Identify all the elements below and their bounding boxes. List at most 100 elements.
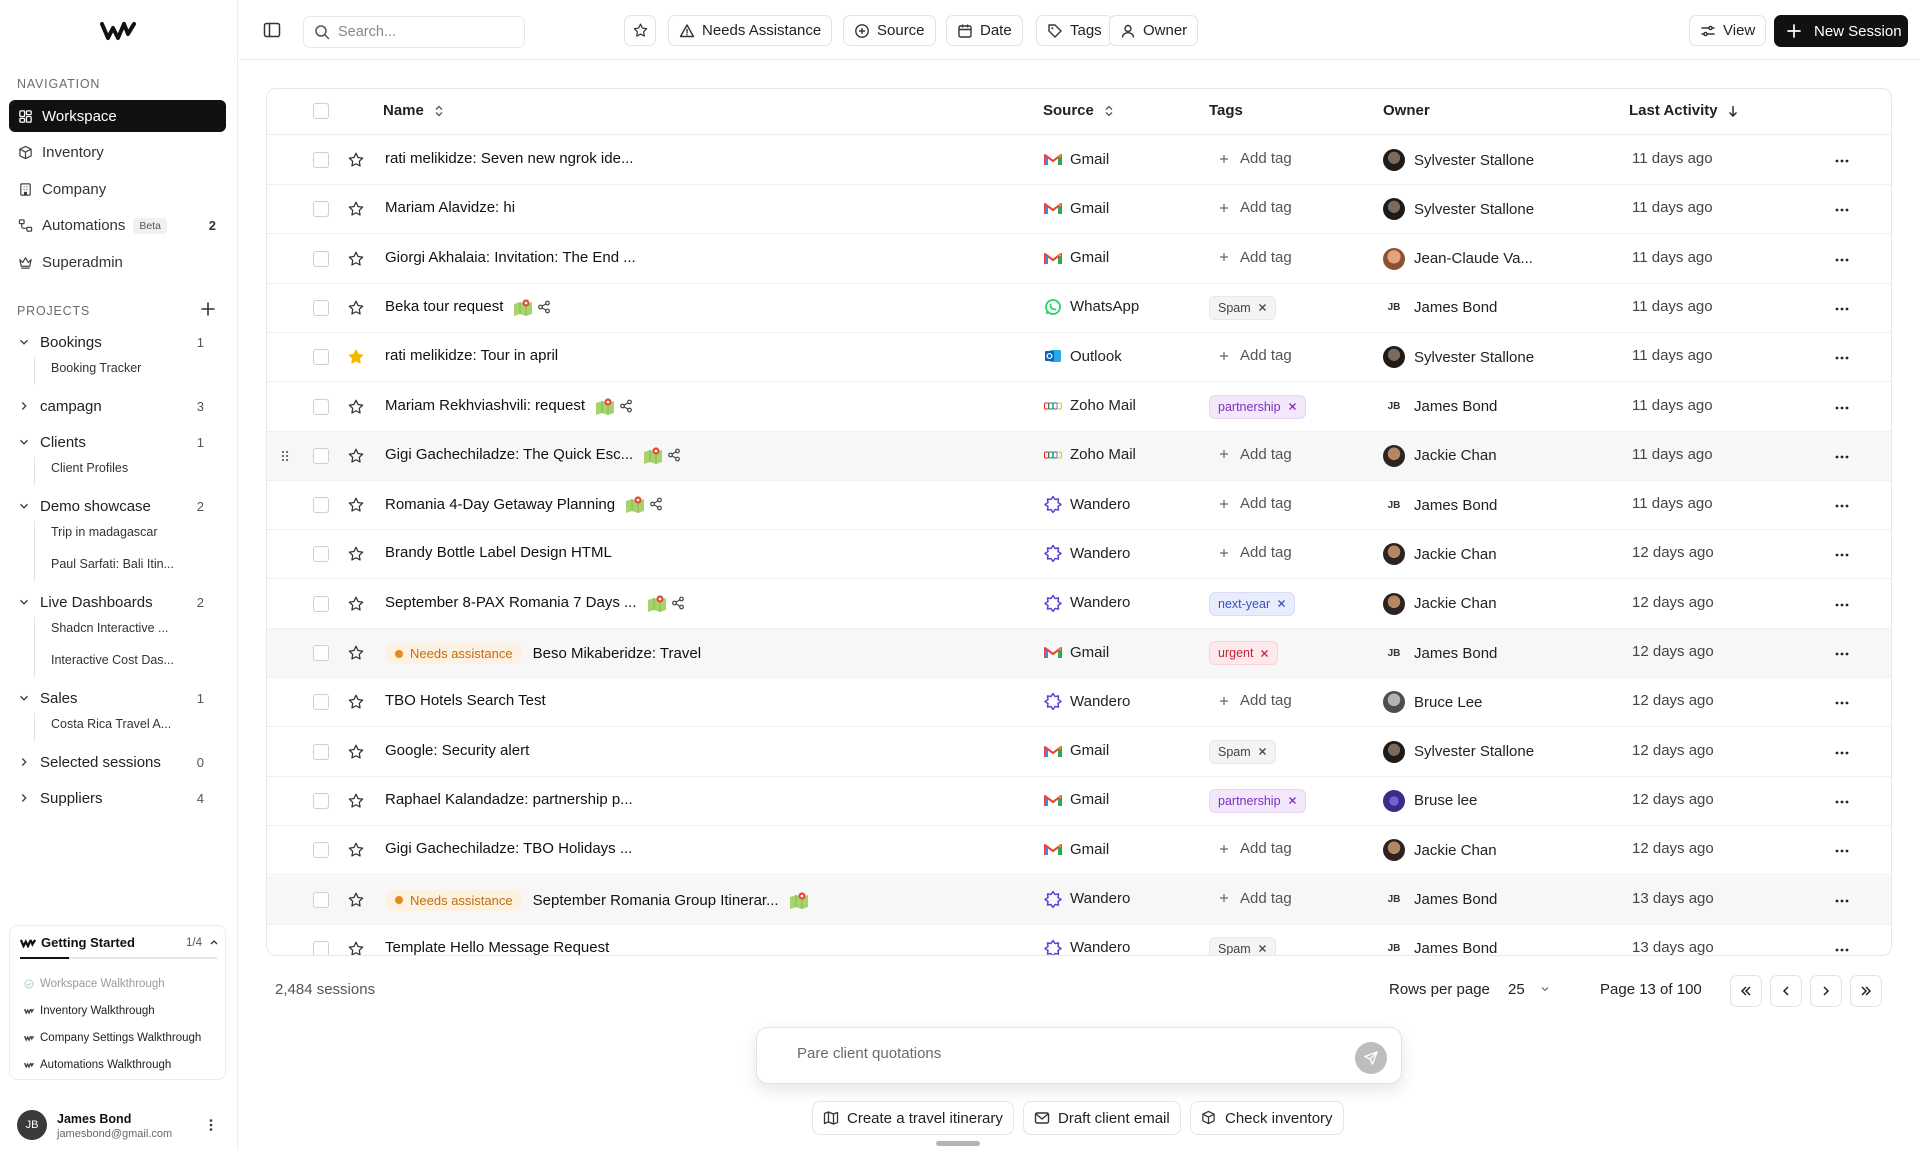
rows-per-page-select[interactable]: 25: [1498, 972, 1582, 1006]
share-icon[interactable]: [619, 399, 633, 413]
owner-cell[interactable]: Sylvester Stallone: [1383, 149, 1534, 171]
row-checkbox[interactable]: [313, 299, 329, 316]
row-checkbox[interactable]: [313, 447, 329, 464]
more-horizontal-icon[interactable]: [1834, 843, 1850, 859]
owner-cell[interactable]: JB James Bond: [1383, 396, 1498, 418]
project-item[interactable]: Sales 1: [16, 683, 226, 713]
table-row[interactable]: Gigi Gachechiladze: The Quick Esc... Zoho…: [267, 431, 1891, 481]
star-icon[interactable]: [347, 693, 365, 711]
chevron-right-icon[interactable]: [16, 398, 32, 414]
favorites-filter-button[interactable]: [624, 15, 656, 46]
owner-cell[interactable]: JB James Bond: [1383, 297, 1498, 319]
more-horizontal-icon[interactable]: [1834, 202, 1850, 218]
chevron-right-icon[interactable]: [16, 754, 32, 770]
column-header-last-activity[interactable]: Last Activity: [1629, 102, 1740, 119]
walkthrough-item[interactable]: Automations Walkthrough: [24, 1059, 171, 1071]
more-horizontal-icon[interactable]: [1834, 400, 1850, 416]
more-vertical-icon[interactable]: [204, 1118, 218, 1132]
table-row[interactable]: Google: Security alert Gmail Spam Sylvester…: [267, 728, 1891, 777]
add-tag-button[interactable]: Add tag: [1209, 247, 1292, 266]
row-checkbox[interactable]: [313, 792, 329, 809]
project-item[interactable]: Demo showcase 2: [16, 491, 226, 521]
owner-cell[interactable]: Sylvester Stallone: [1383, 198, 1534, 221]
project-item[interactable]: Clients 1: [16, 427, 226, 457]
owner-cell[interactable]: Bruce Lee: [1383, 691, 1482, 714]
row-checkbox[interactable]: [313, 349, 329, 366]
more-horizontal-icon[interactable]: [1834, 153, 1850, 169]
project-item[interactable]: Bookings 1: [16, 327, 226, 357]
sidebar-item-superadmin[interactable]: Superadmin: [9, 246, 226, 278]
chevron-down-icon[interactable]: [16, 434, 32, 450]
project-item[interactable]: campagn 3: [16, 391, 226, 421]
owner-cell[interactable]: Jackie Chan: [1383, 839, 1497, 862]
session-name-cell[interactable]: Needs assistance Beso Mikaberidze: Travel: [385, 643, 701, 664]
row-checkbox[interactable]: [313, 743, 329, 760]
filter-owner-button[interactable]: Owner: [1109, 15, 1199, 46]
more-horizontal-icon[interactable]: [1834, 695, 1850, 711]
session-name-cell[interactable]: Romania 4-Day Getaway Planning: [385, 495, 663, 514]
add-tag-button[interactable]: Add tag: [1209, 493, 1292, 512]
session-name-cell[interactable]: Gigi Gachechiladze: The Quick Esc...: [385, 446, 681, 464]
chevron-down-icon[interactable]: [16, 594, 32, 610]
owner-cell[interactable]: Jackie Chan: [1383, 444, 1497, 467]
row-checkbox[interactable]: [313, 595, 329, 612]
sidebar-item-company[interactable]: Company: [9, 173, 226, 205]
remove-tag-icon[interactable]: [1258, 303, 1267, 312]
previous-page-button[interactable]: [1770, 975, 1802, 1007]
star-icon[interactable]: [347, 595, 365, 613]
more-horizontal-icon[interactable]: [1834, 597, 1850, 613]
share-icon[interactable]: [649, 497, 663, 511]
star-icon[interactable]: [347, 496, 365, 514]
owner-cell[interactable]: Sylvester Stallone: [1383, 740, 1534, 763]
search-input[interactable]: [338, 24, 518, 40]
quick-action-button[interactable]: Draft client email: [1023, 1101, 1181, 1135]
add-tag-button[interactable]: Add tag: [1209, 888, 1292, 907]
view-button[interactable]: View: [1689, 15, 1767, 46]
row-checkbox[interactable]: [313, 940, 329, 955]
more-horizontal-icon[interactable]: [1834, 893, 1850, 909]
owner-cell[interactable]: Jackie Chan: [1383, 592, 1497, 615]
star-icon[interactable]: [347, 398, 365, 416]
subproject-item[interactable]: Interactive Cost Das...: [51, 653, 174, 667]
tag-chip[interactable]: partnership: [1209, 788, 1306, 813]
owner-cell[interactable]: JB James Bond: [1383, 889, 1498, 911]
first-page-button[interactable]: [1730, 975, 1762, 1007]
filter-date-button[interactable]: Date: [946, 15, 1023, 46]
add-tag-button[interactable]: Add tag: [1209, 148, 1292, 167]
tag-chip[interactable]: Spam: [1209, 739, 1276, 764]
row-checkbox[interactable]: [313, 842, 329, 859]
more-horizontal-icon[interactable]: [1834, 498, 1850, 514]
star-icon[interactable]: [347, 792, 365, 810]
subproject-item[interactable]: Trip in madagascar: [51, 525, 158, 539]
tag-chip[interactable]: Spam: [1209, 936, 1276, 955]
remove-tag-icon[interactable]: [1258, 944, 1267, 953]
subproject-item[interactable]: Client Profiles: [51, 461, 128, 475]
remove-tag-icon[interactable]: [1258, 747, 1267, 756]
sidebar-item-inventory[interactable]: Inventory: [9, 137, 226, 169]
project-item[interactable]: Selected sessions 0: [16, 747, 226, 777]
row-checkbox[interactable]: [313, 250, 329, 267]
row-checkbox[interactable]: [313, 546, 329, 563]
add-tag-button[interactable]: Add tag: [1209, 542, 1292, 561]
table-row[interactable]: rati melikidze: Tour in april Outlook Add …: [267, 333, 1891, 383]
chevron-down-icon[interactable]: [16, 498, 32, 514]
user-profile[interactable]: JB James Bond jamesbond@gmail.com: [17, 1110, 227, 1142]
star-icon[interactable]: [347, 447, 365, 465]
row-checkbox[interactable]: [313, 891, 329, 908]
owner-cell[interactable]: Sylvester Stallone: [1383, 346, 1534, 369]
remove-tag-icon[interactable]: [1277, 599, 1286, 608]
brand-logo[interactable]: [100, 20, 136, 42]
drawer-handle[interactable]: [936, 1141, 980, 1146]
table-row[interactable]: TBO Hotels Search Test Wandero Add tag Bruc…: [267, 678, 1891, 728]
owner-cell[interactable]: Jean-Claude Va...: [1383, 247, 1533, 270]
table-row[interactable]: Gigi Gachechiladze: TBO Holidays ... Gmai…: [267, 826, 1891, 876]
column-header-owner[interactable]: Owner: [1383, 102, 1430, 119]
session-name-cell[interactable]: Mariam Rekhviashvili: request: [385, 397, 633, 415]
session-name-cell[interactable]: Google: Security alert: [385, 742, 529, 759]
more-horizontal-icon[interactable]: [1834, 646, 1850, 662]
drag-handle-icon[interactable]: [280, 449, 290, 463]
star-icon[interactable]: [347, 200, 365, 218]
chevron-up-icon[interactable]: [209, 937, 219, 947]
add-project-icon[interactable]: [200, 301, 216, 317]
share-icon[interactable]: [671, 596, 685, 610]
